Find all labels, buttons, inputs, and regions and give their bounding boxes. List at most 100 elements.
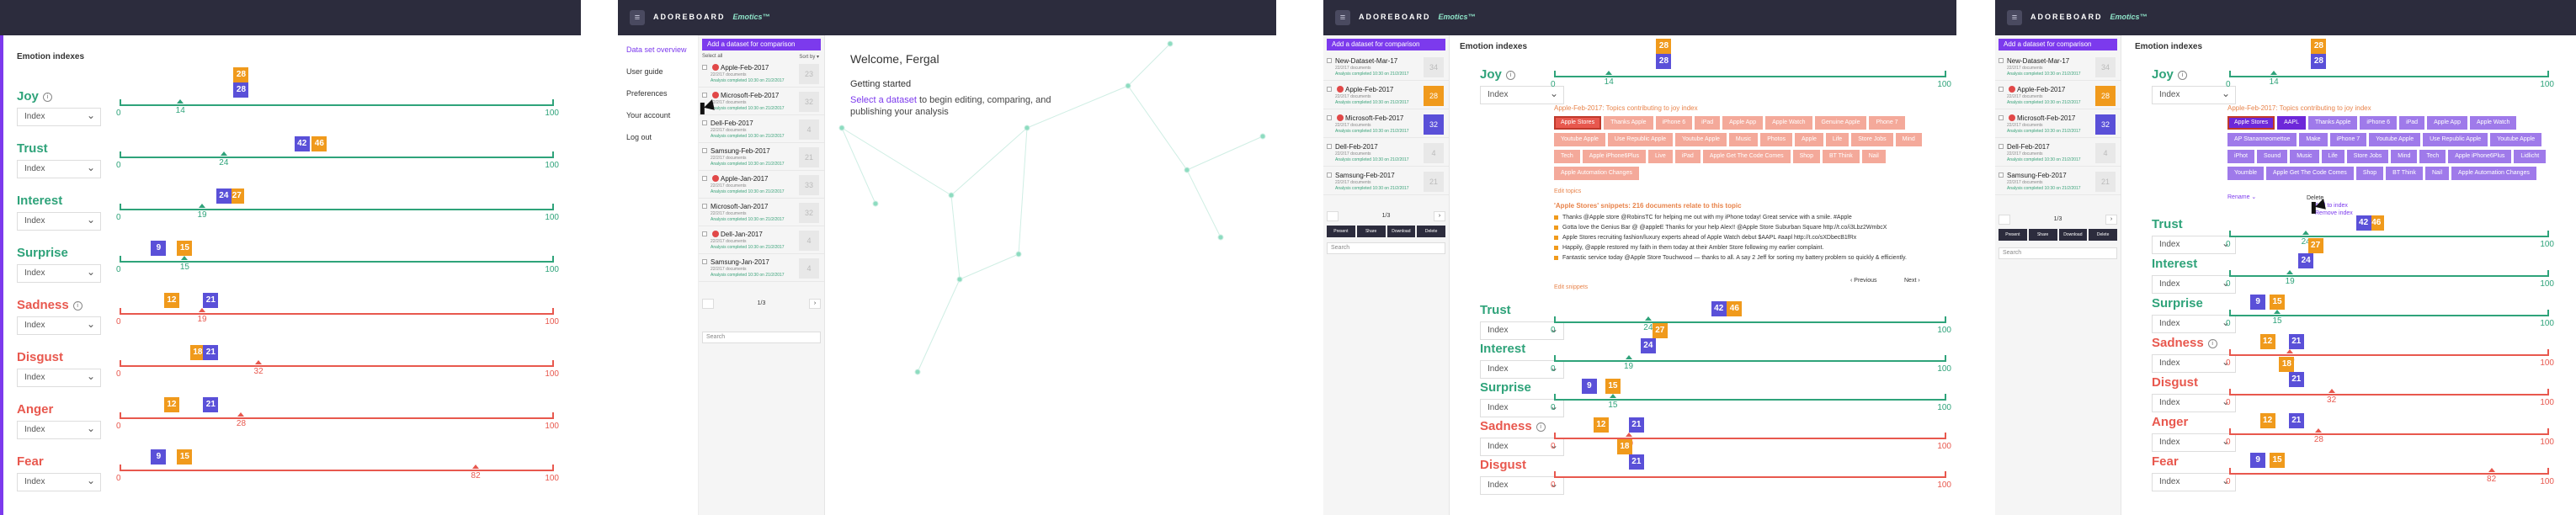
add-dataset-button[interactable]: Add a dataset for comparison <box>1999 39 2117 50</box>
dataset-checkbox[interactable] <box>1999 87 2004 92</box>
comparison-flag-orange[interactable]: 27 <box>1652 323 1668 338</box>
select-dataset-link[interactable]: Select a dataset <box>850 95 917 105</box>
topic-tag[interactable]: Apple Watch <box>2470 116 2517 130</box>
menu-icon[interactable]: ≡ <box>2007 10 2022 25</box>
comparison-flag-purple[interactable]: 28 <box>2311 54 2327 69</box>
edit-topics-link[interactable]: Edit topics <box>1554 188 1581 194</box>
index-select[interactable]: Index <box>17 473 101 491</box>
dataset-name[interactable]: Apple-Feb-2017 <box>1345 86 1393 93</box>
dataset-row[interactable]: Apple-Feb-2017 22/2/17 documents Analysis … <box>699 61 824 88</box>
action-share[interactable]: Share <box>1356 226 1386 237</box>
next-page-button[interactable]: › <box>809 299 821 309</box>
dataset-name[interactable]: Apple-Feb-2017 <box>721 64 769 72</box>
search-input[interactable]: Search <box>1999 247 2117 259</box>
comparison-flag-orange[interactable]: 27 <box>2307 238 2323 253</box>
dataset-row[interactable]: Apple-Feb-2017 22/2/17 documents Analysis … <box>1323 82 1449 109</box>
comparison-flag-orange[interactable]: 28 <box>2311 39 2327 54</box>
menu-icon[interactable]: ≡ <box>1335 10 1350 25</box>
dataset-row[interactable]: Dell-Feb-2017 22/2/17 documents Analysis c… <box>699 116 824 143</box>
comparison-flag-orange[interactable]: 15 <box>177 241 193 256</box>
topic-tag[interactable]: BT Think <box>1822 150 1860 163</box>
dataset-name[interactable]: Microsoft-Jan-2017 <box>711 203 768 210</box>
topic-tag[interactable]: Use Republic Apple <box>1607 133 1673 146</box>
dataset-row[interactable]: Dell-Jan-2017 22/2/17 documents Analysis c… <box>699 227 824 254</box>
comparison-flag-purple[interactable]: 21 <box>2288 413 2304 428</box>
topic-tag[interactable]: Live <box>1647 150 1673 163</box>
comparison-flag-purple[interactable]: 21 <box>203 293 219 308</box>
topic-tag[interactable]: Youtube Apple <box>2369 133 2421 146</box>
dataset-row[interactable]: New-Dataset-Mar-17 22/2/17 documents Analy… <box>1995 54 2121 81</box>
topic-tag[interactable]: Apple Get The Code Comes <box>2266 167 2354 180</box>
index-select[interactable]: Index <box>17 160 101 178</box>
index-select[interactable]: Index <box>2152 473 2236 491</box>
dataset-checkbox[interactable] <box>1327 58 1332 63</box>
index-select[interactable]: Index <box>17 316 101 335</box>
dataset-row[interactable]: Microsoft-Jan-2017 22/2/17 documents Analy… <box>699 199 824 226</box>
topic-tag[interactable]: Apple iPhone6Plus <box>2448 150 2512 163</box>
topic-tag[interactable]: Use Republic Apple <box>2423 133 2488 146</box>
comparison-flag-purple[interactable]: 21 <box>2288 334 2304 349</box>
dataset-row[interactable]: Samsung-Feb-2017 22/2/17 documents Analysi… <box>699 144 824 171</box>
topic-tag[interactable]: Apple Stores <box>1554 116 1602 130</box>
info-icon[interactable]: i <box>42 93 52 102</box>
dataset-row[interactable]: Samsung-Feb-2017 22/2/17 documents Analysi… <box>1323 168 1449 195</box>
index-select[interactable]: Index <box>17 108 101 126</box>
comparison-flag-orange[interactable]: 15 <box>2270 295 2285 310</box>
topic-tag[interactable]: iPhot <box>2227 150 2254 163</box>
comparison-flag-orange[interactable]: 28 <box>233 67 249 82</box>
dataset-checkbox[interactable] <box>702 176 707 181</box>
comparison-flag-purple[interactable]: 21 <box>1628 417 1644 433</box>
topic-tag[interactable]: Music <box>2290 150 2319 163</box>
topic-tag[interactable]: Youtube Apple <box>2490 133 2542 146</box>
next-snippet-button[interactable]: Next › <box>1904 278 1920 284</box>
dataset-name[interactable]: Apple-Jan-2017 <box>721 175 768 183</box>
topic-tag[interactable]: Store Jobs <box>1851 133 1893 146</box>
action-delete[interactable]: Delete <box>1417 226 1445 237</box>
dataset-checkbox[interactable] <box>1999 173 2004 178</box>
brand-logo[interactable]: ADOREBOARD Emotics™ <box>2030 13 2148 21</box>
dataset-checkbox[interactable] <box>702 204 707 209</box>
topic-tag[interactable]: iPad <box>2399 116 2425 130</box>
comparison-flag-purple[interactable]: 28 <box>1656 54 1672 69</box>
dataset-row[interactable]: Dell-Feb-2017 22/2/17 documents Analysis c… <box>1995 140 2121 167</box>
comparison-flag-purple[interactable]: 42 <box>1711 301 1727 316</box>
comparison-flag-orange[interactable]: 46 <box>1727 301 1743 316</box>
topic-tag[interactable]: iPad <box>1695 116 1721 130</box>
index-select[interactable]: Index <box>2152 236 2236 254</box>
dataset-checkbox[interactable] <box>702 93 707 98</box>
dataset-row[interactable]: Microsoft-Feb-2017 22/2/17 documents Analy… <box>699 88 824 115</box>
comparison-flag-purple[interactable]: 9 <box>151 449 167 465</box>
comparison-flag-purple[interactable]: 28 <box>233 82 249 98</box>
topic-tag[interactable]: BT Think <box>2386 167 2423 180</box>
topic-tag[interactable]: Tech <box>1554 150 1580 163</box>
sidebar-item-preferences[interactable]: Preferences <box>626 89 668 98</box>
index-select[interactable]: Index <box>2152 354 2236 373</box>
topic-tag[interactable]: Apple iPhone6Plus <box>1582 150 1646 163</box>
dataset-name[interactable]: Dell-Jan-2017 <box>721 231 763 238</box>
topic-tag[interactable]: Apple <box>1794 133 1823 146</box>
sidebar-item-your-account[interactable]: Your account <box>626 111 670 119</box>
comparison-flag-orange[interactable]: 46 <box>311 136 327 151</box>
dataset-name[interactable]: Microsoft-Feb-2017 <box>721 92 779 99</box>
action-share[interactable]: Share <box>2028 229 2057 241</box>
dataset-checkbox[interactable] <box>702 231 707 236</box>
topic-tag[interactable]: Life <box>2321 150 2344 163</box>
index-select[interactable]: Index <box>2152 433 2236 452</box>
dataset-checkbox[interactable] <box>702 259 707 264</box>
topic-tag[interactable]: Youmble <box>2227 167 2264 180</box>
comparison-flag-orange[interactable]: 12 <box>163 293 179 308</box>
topic-tag[interactable]: Phone 7 <box>1869 116 1905 130</box>
topic-tag[interactable]: Photos <box>1760 133 1792 146</box>
dataset-checkbox[interactable] <box>1327 173 1332 178</box>
comparison-flag-purple[interactable]: 42 <box>294 136 310 151</box>
menu-icon[interactable]: ≡ <box>630 10 645 25</box>
topic-tag[interactable]: Nail <box>1861 150 1886 163</box>
dataset-checkbox[interactable] <box>1327 87 1332 92</box>
index-select[interactable]: Index <box>2152 315 2236 333</box>
topic-tag[interactable]: Tech <box>2419 150 2446 163</box>
topic-tag[interactable]: iPad <box>1674 150 1700 163</box>
add-dataset-button[interactable]: Add a dataset for comparison <box>702 39 821 50</box>
info-icon[interactable]: i <box>1535 422 1546 432</box>
comparison-flag-purple[interactable]: 21 <box>1628 454 1644 470</box>
dataset-row[interactable]: Samsung-Jan-2017 22/2/17 documents Analysi… <box>699 255 824 282</box>
